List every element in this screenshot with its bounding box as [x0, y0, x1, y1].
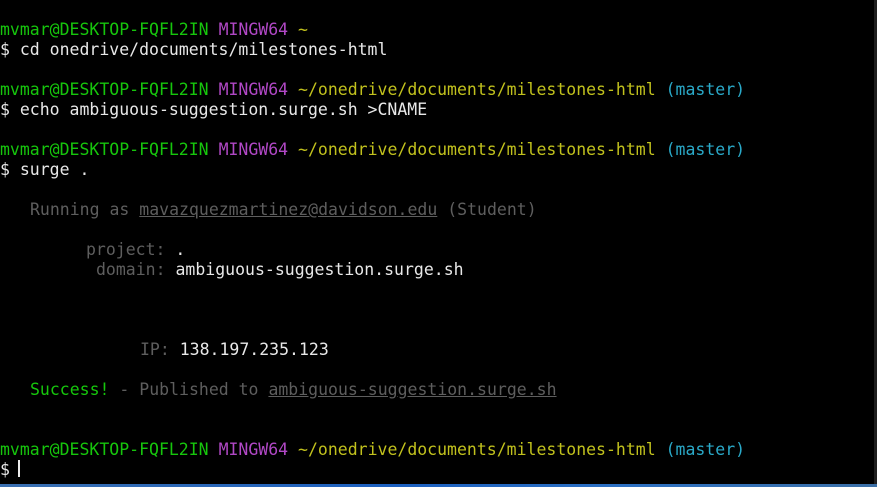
project-label: project: — [86, 240, 166, 259]
success-label: Success! — [30, 380, 110, 399]
command-text: echo ambiguous-suggestion.surge.sh >CNAM… — [19, 100, 428, 119]
prompt-user-host: mvmar@DESKTOP-FQFL2IN — [0, 20, 209, 39]
ip-value: 138.197.235.123 — [179, 340, 329, 359]
prompt-user-host: mvmar@DESKTOP-FQFL2IN — [0, 140, 209, 159]
command-text: cd onedrive/documents/milestones-html — [19, 40, 388, 59]
prompt-line: mvmar@DESKTOP-FQFL2IN MINGW64 ~/onedrive… — [0, 440, 745, 460]
ip-line: IP: 138.197.235.123 — [140, 340, 329, 360]
prompt-shell: MINGW64 — [218, 440, 289, 459]
command-line: $ cd onedrive/documents/milestones-html — [0, 40, 387, 60]
prompt-user-host: mvmar@DESKTOP-FQFL2IN — [0, 440, 209, 459]
prompt-symbol: $ — [0, 460, 10, 479]
command-line: $ surge . — [0, 160, 89, 180]
prompt-symbol: $ — [0, 100, 10, 119]
prompt-shell: MINGW64 — [218, 80, 289, 99]
domain-label: domain: — [96, 260, 166, 279]
prompt-line: mvmar@DESKTOP-FQFL2IN MINGW64 ~/onedrive… — [0, 140, 745, 160]
published-text: - Published to — [119, 380, 259, 399]
published-url-link[interactable]: ambiguous-suggestion.surge.sh — [268, 380, 556, 399]
account-email-link[interactable]: mavazquezmartinez@davidson.edu — [139, 200, 437, 219]
prompt-branch: (master) — [665, 440, 746, 459]
prompt-branch: (master) — [665, 80, 746, 99]
prompt-branch: (master) — [665, 140, 746, 159]
prompt-path: ~/onedrive/documents/milestones-html — [298, 440, 656, 459]
running-as-line: Running as mavazquezmartinez@davidson.ed… — [30, 200, 537, 220]
command-line: $ echo ambiguous-suggestion.surge.sh >CN… — [0, 100, 427, 120]
prompt-path: ~ — [298, 20, 308, 39]
domain-line: domain: ambiguous-suggestion.surge.sh — [96, 260, 464, 280]
prompt-symbol: $ — [0, 160, 10, 179]
command-text: surge . — [19, 160, 90, 179]
running-as-label: Running as — [30, 200, 130, 219]
domain-value: ambiguous-suggestion.surge.sh — [175, 260, 464, 279]
account-type: (Student) — [447, 200, 537, 219]
prompt-line: mvmar@DESKTOP-FQFL2IN MINGW64 ~ — [0, 20, 308, 40]
text-cursor — [18, 460, 20, 477]
success-line: Success! - Published to ambiguous-sugges… — [30, 380, 557, 400]
terminal-window[interactable]: mvmar@DESKTOP-FQFL2IN MINGW64 ~ $ cd one… — [0, 0, 877, 487]
prompt-symbol: $ — [0, 40, 10, 59]
prompt-shell: MINGW64 — [218, 20, 289, 39]
project-value: . — [175, 240, 186, 259]
prompt-path: ~/onedrive/documents/milestones-html — [298, 80, 656, 99]
project-line: project: . — [86, 240, 185, 260]
ip-label: IP: — [140, 340, 170, 359]
prompt-shell: MINGW64 — [218, 140, 289, 159]
prompt-user-host: mvmar@DESKTOP-FQFL2IN — [0, 80, 209, 99]
prompt-path: ~/onedrive/documents/milestones-html — [298, 140, 656, 159]
input-line[interactable]: $ — [0, 460, 10, 480]
prompt-line: mvmar@DESKTOP-FQFL2IN MINGW64 ~/onedrive… — [0, 80, 745, 100]
